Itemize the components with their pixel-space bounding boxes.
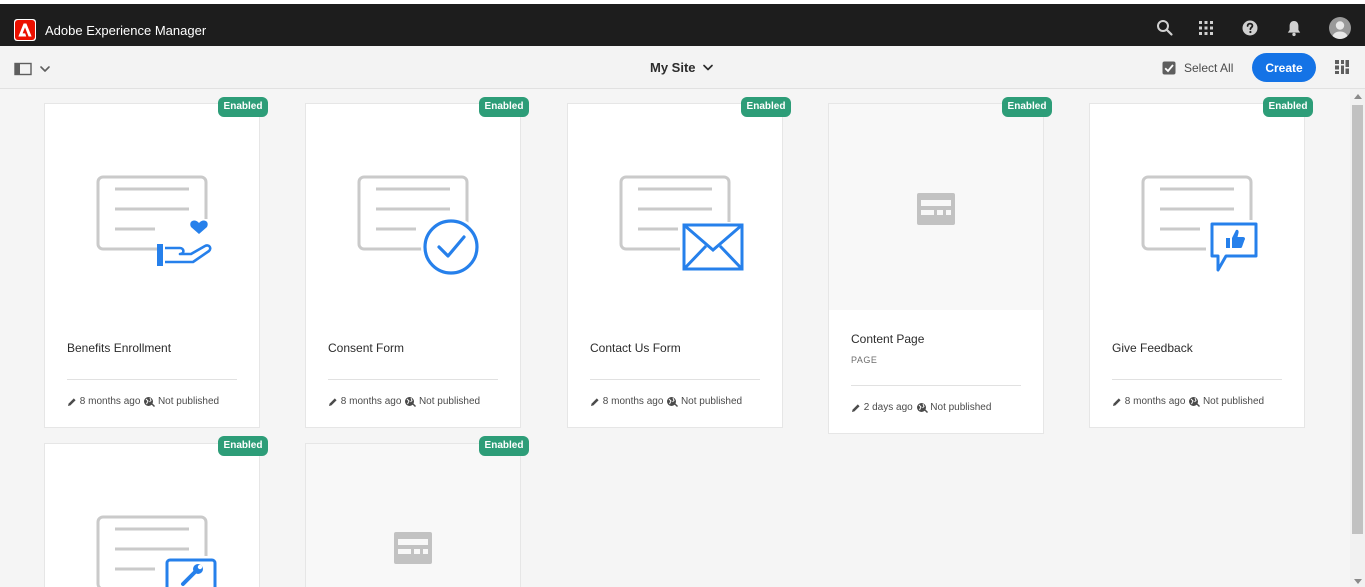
card-page-template[interactable] <box>305 443 521 587</box>
card-meta: 2 days ago Not published <box>851 402 991 416</box>
status-badge: Enabled <box>1002 97 1052 117</box>
card-title[interactable]: Contact Us Form <box>590 341 681 355</box>
card-title[interactable]: Give Feedback <box>1112 341 1193 355</box>
card-divider <box>67 379 237 380</box>
card-consent-form[interactable]: Consent Form 8 months ago Not published <box>305 103 521 428</box>
card-meta: 8 months ago Not published <box>67 396 219 410</box>
pencil-icon <box>329 397 337 406</box>
scrollbar-thumb[interactable] <box>1352 105 1363 534</box>
form-heart-hand-icon <box>96 175 221 269</box>
global-header: Adobe Experience Manager <box>0 4 1365 46</box>
card-divider <box>851 385 1021 386</box>
card-title[interactable]: Benefits Enrollment <box>67 341 171 355</box>
publish-status: Not published <box>680 396 743 407</box>
card-title[interactable]: Consent Form <box>328 341 404 355</box>
not-published-globe-icon <box>916 403 928 413</box>
card-content-page[interactable]: Content Page PAGE 2 days ago Not publish… <box>828 103 1044 434</box>
pencil-icon <box>591 397 599 406</box>
notifications-bell-icon[interactable] <box>1284 18 1304 38</box>
not-published-globe-icon <box>1189 397 1201 407</box>
card-thumbnail[interactable] <box>829 104 1043 310</box>
pencil-icon <box>68 397 76 406</box>
page-template-icon <box>394 532 432 564</box>
modified-time: 8 months ago <box>1124 396 1186 407</box>
status-badge: Enabled <box>479 436 529 456</box>
card-benefits-enrollment[interactable]: Benefits Enrollment 8 months ago Not pub… <box>44 103 260 428</box>
card-divider <box>590 379 760 380</box>
card-type-label: PAGE <box>851 355 878 365</box>
card-meta: 8 months ago Not published <box>1112 396 1264 410</box>
modified-time: 8 months ago <box>79 396 141 407</box>
card-contact-us-form[interactable]: Contact Us Form 8 months ago Not publish… <box>567 103 783 428</box>
not-published-globe-icon <box>667 397 679 407</box>
pencil-icon <box>1113 397 1121 406</box>
modified-time: 2 days ago <box>863 402 913 413</box>
not-published-globe-icon <box>405 397 417 407</box>
status-badge: Enabled <box>218 436 268 456</box>
app-title[interactable]: Adobe Experience Manager <box>45 23 206 38</box>
content-scrollbar[interactable] <box>1350 89 1365 587</box>
help-icon[interactable] <box>1240 18 1260 38</box>
chevron-down-icon[interactable] <box>702 64 714 72</box>
card-thumbnail[interactable] <box>45 104 259 310</box>
card-title[interactable]: Content Page <box>851 332 924 346</box>
rail-toggle-icon[interactable] <box>14 61 54 77</box>
apps-grid-icon[interactable] <box>1196 18 1216 38</box>
card-thumbnail[interactable] <box>568 104 782 310</box>
pencil-icon <box>852 403 860 412</box>
status-badge: Enabled <box>479 97 529 117</box>
modified-time: 8 months ago <box>602 396 664 407</box>
status-badge: Enabled <box>741 97 791 117</box>
user-avatar-icon[interactable] <box>1329 17 1351 39</box>
adobe-logo-icon[interactable] <box>14 19 36 41</box>
action-bar: My Site Select All Create <box>0 46 1365 89</box>
status-badge: Enabled <box>1263 97 1313 117</box>
modified-time: 8 months ago <box>340 396 402 407</box>
scroll-up-arrow-icon[interactable] <box>1354 94 1362 99</box>
page-template-icon <box>917 193 955 225</box>
card-divider <box>328 379 498 380</box>
card-form-wrench[interactable] <box>44 443 260 587</box>
card-meta: 8 months ago Not published <box>590 396 742 410</box>
card-thumbnail[interactable] <box>306 444 520 587</box>
site-title[interactable]: My Site <box>650 60 696 75</box>
status-badge: Enabled <box>218 97 268 117</box>
card-thumbnail[interactable] <box>1090 104 1304 310</box>
card-thumbnail[interactable] <box>306 104 520 310</box>
card-give-feedback[interactable]: Give Feedback 8 months ago Not published <box>1089 103 1305 428</box>
publish-status: Not published <box>418 396 481 407</box>
card-view-switcher-icon[interactable] <box>1334 59 1350 75</box>
card-divider <box>1112 379 1282 380</box>
form-thumbs-up-icon <box>1141 175 1262 272</box>
select-all-label: Select All <box>1184 61 1234 75</box>
card-meta: 8 months ago Not published <box>328 396 480 410</box>
search-icon[interactable] <box>1155 18 1175 38</box>
publish-status: Not published <box>930 402 992 413</box>
not-published-globe-icon <box>144 397 156 407</box>
form-checkmark-icon <box>357 175 481 277</box>
form-wrench-icon <box>96 515 219 587</box>
select-all-checkbox-icon <box>1162 61 1176 75</box>
publish-status: Not published <box>1202 396 1265 407</box>
card-thumbnail[interactable] <box>45 444 259 587</box>
publish-status: Not published <box>157 396 220 407</box>
scroll-down-arrow-icon[interactable] <box>1354 579 1362 584</box>
create-button[interactable]: Create <box>1252 53 1316 82</box>
form-envelope-icon <box>619 175 746 272</box>
